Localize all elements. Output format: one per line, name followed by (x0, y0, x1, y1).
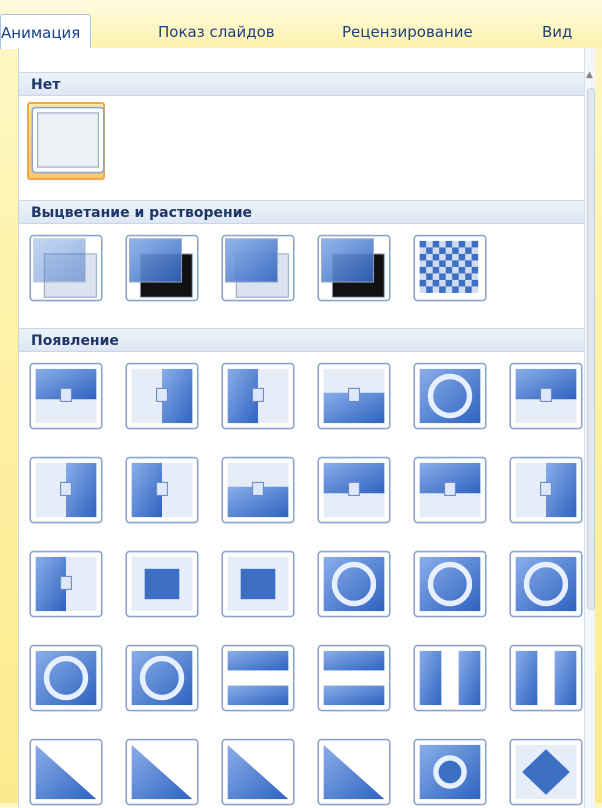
transition-split-vertical-in-icon (413, 644, 487, 712)
transition-push-left-icon (29, 456, 103, 524)
transition-strips-left-down-button[interactable] (27, 736, 105, 808)
transition-strips-left-down-icon (29, 738, 103, 806)
transition-wheel-clockwise-button[interactable] (411, 360, 489, 438)
transition-cover-right-down-button[interactable] (411, 454, 489, 532)
transition-dissolve-dark-button[interactable] (315, 232, 393, 310)
transition-split-horizontal-in-icon (221, 644, 295, 712)
transition-push-down-button[interactable] (507, 360, 585, 438)
transition-cover-left-down-button[interactable] (315, 454, 393, 532)
transition-wheel-3-spokes-icon (413, 550, 487, 618)
transition-dissolve-light-icon (221, 234, 295, 302)
transition-cover-right-up-icon (29, 550, 103, 618)
transition-split-horizontal-out-icon (317, 644, 391, 712)
scroll-up-icon[interactable]: ▲ (586, 70, 593, 80)
transition-blank-button[interactable] (27, 102, 105, 180)
transition-blank-icon (31, 106, 105, 174)
transition-strips-right-down-icon (221, 738, 295, 806)
transition-cover-left-up-icon (509, 456, 583, 524)
transition-cover-left-up-button[interactable] (507, 454, 585, 532)
transition-dissolve-dark-icon (317, 234, 391, 302)
gallery-scrollbar[interactable]: ▲ (584, 48, 595, 808)
transition-split-horizontal-out-button[interactable] (315, 642, 393, 720)
tab-slide-show[interactable]: Показ слайдов (158, 14, 275, 48)
transition-cover-up-icon (317, 362, 391, 430)
transition-split-vertical-out-icon (509, 644, 583, 712)
transition-wheel-2-spokes-button[interactable] (315, 548, 393, 626)
transition-push-down-icon (509, 362, 583, 430)
transition-push-left-button[interactable] (27, 454, 105, 532)
transition-wheel-8-spokes-icon (29, 644, 103, 712)
transition-strips-right-down-button[interactable] (219, 736, 297, 808)
tab-view[interactable]: Вид (542, 14, 572, 48)
transition-split-vertical-in-button[interactable] (411, 642, 489, 720)
transition-push-up-button[interactable] (219, 454, 297, 532)
transition-cover-right-up-button[interactable] (27, 548, 105, 626)
transition-wheel-8-spokes-alt-button[interactable] (123, 642, 201, 720)
transition-strips-right-up-icon (317, 738, 391, 806)
transition-circle-button[interactable] (411, 736, 489, 808)
transition-wheel-8-spokes-alt-icon (125, 644, 199, 712)
transition-circle-icon (413, 738, 487, 806)
tab-review[interactable]: Рецензирование (342, 14, 473, 48)
transition-cover-down-icon (29, 362, 103, 430)
transition-box-in-icon (125, 550, 199, 618)
section-header-fade: Выцветание и растворение (19, 200, 585, 224)
ribbon-tabs: Анимация Показ слайдов Рецензирование Ви… (0, 0, 602, 49)
transition-wheel-4-spokes-icon (509, 550, 583, 618)
transition-strips-left-up-button[interactable] (123, 736, 201, 808)
transition-cover-left-down-icon (317, 456, 391, 524)
transition-box-out-button[interactable] (219, 548, 297, 626)
transition-dissolve-light-button[interactable] (219, 232, 297, 310)
transition-checker-dissolve-button[interactable] (411, 232, 489, 310)
transition-fade-through-black-icon (125, 234, 199, 302)
section-header-appear: Появление (19, 328, 585, 352)
transition-fade-smoothly-button[interactable] (27, 232, 105, 310)
transition-split-horizontal-in-button[interactable] (219, 642, 297, 720)
transition-cover-up-button[interactable] (315, 360, 393, 438)
transition-fade-through-black-button[interactable] (123, 232, 201, 310)
transition-gallery: Нет Выцветание и растворение Появление ▲ (18, 48, 595, 808)
transition-diamond-button[interactable] (507, 736, 585, 808)
transition-diamond-icon (509, 738, 583, 806)
transition-wheel-8-spokes-button[interactable] (27, 642, 105, 720)
transition-cover-right-icon (221, 362, 295, 430)
transition-cover-right-button[interactable] (219, 360, 297, 438)
transition-wheel-clockwise-icon (413, 362, 487, 430)
transition-push-right-icon (125, 456, 199, 524)
transition-split-vertical-out-button[interactable] (507, 642, 585, 720)
section-header-none: Нет (19, 72, 585, 96)
transition-strips-right-up-button[interactable] (315, 736, 393, 808)
transition-push-up-icon (221, 456, 295, 524)
transition-box-out-icon (221, 550, 295, 618)
transition-cover-right-down-icon (413, 456, 487, 524)
transition-wheel-3-spokes-button[interactable] (411, 548, 489, 626)
transition-wheel-4-spokes-button[interactable] (507, 548, 585, 626)
scroll-thumb[interactable] (587, 88, 595, 610)
transition-push-right-button[interactable] (123, 454, 201, 532)
transition-wheel-2-spokes-icon (317, 550, 391, 618)
tab-animation[interactable]: Анимация (0, 14, 92, 49)
transition-checker-dissolve-icon (413, 234, 487, 302)
transition-strips-left-up-icon (125, 738, 199, 806)
transition-fade-smoothly-icon (29, 234, 103, 302)
transition-cover-down-button[interactable] (27, 360, 105, 438)
transition-cover-left-icon (125, 362, 199, 430)
transition-box-in-button[interactable] (123, 548, 201, 626)
transition-cover-left-button[interactable] (123, 360, 201, 438)
